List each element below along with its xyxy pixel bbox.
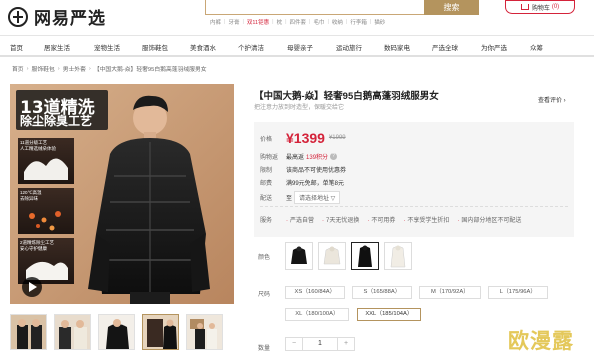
logo-text: 网易严选 — [34, 9, 106, 29]
logo-icon — [8, 6, 28, 27]
shipping-fee-text: 满99元免邮，单笔8元 — [286, 181, 345, 187]
size-option-xxl[interactable]: XXL（185/104A） — [357, 308, 421, 321]
price-row: 价格 ¥1399 ¥1999 — [260, 130, 346, 146]
size-option-xs[interactable]: XS（160/84A） — [285, 286, 345, 299]
points-prefix: 最高返 — [286, 155, 305, 161]
cart-label: 购物车 — [531, 5, 550, 12]
product-subtitle: 把注意力放到时造型，保暖交给它 — [254, 105, 345, 111]
watermark: 欧漫露 — [508, 329, 574, 353]
delivery-label: 配送 — [260, 196, 273, 202]
breadcrumb-link[interactable]: 男士外套 — [63, 64, 86, 73]
hot-word[interactable]: 枕 — [277, 18, 283, 26]
size-option-xl[interactable]: XL（180/100A） — [285, 308, 349, 321]
thumbnail[interactable] — [186, 314, 223, 350]
hot-word[interactable]: 毛巾 — [313, 18, 324, 26]
limit-text: 该商品不可使用优惠券 — [286, 168, 347, 174]
main-nav: 首页 居家生活 宠物生活 服饰鞋包 美食酒水 个护清洁 母婴亲子 运动旅行 数码… — [0, 35, 594, 57]
feature-3-desc: 安心守护健康 — [20, 246, 47, 251]
quantity-decrease-button[interactable]: − — [286, 338, 302, 350]
nav-item-pets[interactable]: 宠物生活 — [94, 42, 120, 52]
quantity-label: 数量 — [258, 346, 271, 352]
service-item: · 国内部分地区不可配送 — [457, 218, 522, 224]
price-panel: 价格 ¥1399 ¥1999 购物返 最高返 139积分 ? 限制 该商品不可使… — [254, 122, 574, 237]
nav-item-electronics[interactable]: 数码家电 — [384, 42, 410, 52]
search-input[interactable] — [205, 0, 450, 15]
breadcrumb-link[interactable]: 首页 — [12, 64, 24, 73]
service-item: · 严选自营 — [286, 218, 315, 224]
size-option-l[interactable]: L（175/96A） — [488, 286, 548, 299]
product-title: 【中国大鹅-焱】轻奢95白鹅高蓬羽绒服男女 — [254, 91, 439, 102]
cart-count: (0) — [551, 4, 560, 10]
nav-item-for-you[interactable]: 为你严选 — [481, 42, 507, 52]
search-button[interactable]: 搜索 — [424, 0, 479, 15]
nav-item-crowdfunding[interactable]: 众筹 — [530, 42, 543, 52]
points-value: 139积分 — [306, 155, 329, 161]
feature-1-desc: 人工精选绒朵体验 — [20, 146, 56, 151]
nav-item-food[interactable]: 美食酒水 — [190, 42, 216, 52]
delivery-row: 配送 至 请选择地址 ▽ — [260, 191, 341, 204]
current-price: ¥1399 — [286, 130, 325, 146]
service-label: 服务 — [260, 218, 273, 224]
breadcrumb: 首页 › 服饰鞋包 › 男士外套 › 【中国大鹅-焱】轻奢95白鹅高蓬羽绒服男女 — [12, 64, 207, 74]
quantity-stepper: − 1 + — [285, 337, 355, 351]
points-row: 购物返 最高返 139积分 ? — [260, 152, 338, 161]
color-option-black-short[interactable] — [285, 242, 313, 270]
address-select[interactable]: 请选择地址 ▽ — [294, 191, 341, 204]
cart-icon — [520, 4, 529, 10]
thumbnail[interactable] — [10, 314, 47, 350]
hot-word[interactable]: 行李箱 — [350, 18, 367, 26]
nav-item-home-living[interactable]: 居家生活 — [44, 42, 70, 52]
view-reviews-link[interactable]: 查看评价 › — [538, 95, 566, 104]
thumbnail[interactable] — [98, 314, 135, 350]
nav-item-global[interactable]: 严选全球 — [432, 42, 458, 52]
nav-item-personal-care[interactable]: 个护清洁 — [238, 42, 264, 52]
feature-2-desc: 去除异味 — [20, 196, 38, 201]
hot-word[interactable]: 收纳 — [332, 18, 343, 26]
breadcrumb-current: 【中国大鹅-焱】轻奢95白鹅高蓬羽绒服男女 — [93, 67, 207, 73]
nav-item-apparel[interactable]: 服饰鞋包 — [142, 42, 168, 52]
breadcrumb-link[interactable]: 服饰鞋包 — [32, 64, 55, 73]
size-label: 尺码 — [258, 292, 271, 298]
product-main-image[interactable]: 13道精洗 除尘除臭工艺 11道分级工艺 人工精选绒朵体验 120℃高温 去除异… — [10, 84, 234, 304]
thumbnail[interactable] — [54, 314, 91, 350]
divider — [260, 206, 568, 207]
hot-word[interactable]: 内裤 — [210, 18, 221, 26]
hot-word[interactable]: 双11钜惠 — [247, 18, 269, 26]
nav-item-home[interactable]: 首页 — [10, 42, 23, 52]
points-label: 购物返 — [260, 155, 279, 161]
color-label: 颜色 — [258, 254, 271, 261]
color-option-white-long[interactable] — [384, 242, 412, 270]
color-option-white-short[interactable] — [318, 242, 346, 270]
color-option-black-long[interactable] — [351, 242, 379, 270]
nav-item-baby[interactable]: 母婴亲子 — [287, 42, 313, 52]
limit-label: 限制 — [260, 168, 273, 174]
color-selector: 颜色 — [258, 242, 412, 270]
help-icon[interactable]: ? — [330, 153, 338, 160]
quantity-input[interactable]: 1 — [302, 338, 338, 350]
limit-row: 限制 该商品不可使用优惠券 — [260, 165, 346, 174]
shipping-fee-row: 邮费 满99元免邮，单笔8元 — [260, 178, 344, 187]
price-label: 价格 — [260, 136, 273, 143]
cart-button[interactable]: 购物车 (0) — [505, 0, 575, 14]
video-play-button[interactable] — [12, 277, 52, 299]
services-row: 服务 · 严选自营 · 7天无忧退换 · 不可用券 · 不享受学生折扣 · 国内部分地区不… — [260, 215, 529, 224]
thumbnail-strip — [10, 314, 230, 350]
delivery-to: 至 — [286, 196, 293, 202]
original-price: ¥1999 — [328, 135, 346, 141]
nav-item-sports[interactable]: 运动旅行 — [336, 42, 362, 52]
service-item: · 7天无忧退换 — [322, 218, 360, 224]
hot-word[interactable]: 猫砂 — [374, 18, 385, 26]
hot-search-words: 内裤 | 牙膏 | 双11钜惠 | 枕 | 四件套 | 毛巾 | 收纳 | 行李箱 | 猫砂 — [210, 18, 386, 26]
size-option-s[interactable]: S（165/88A） — [352, 286, 412, 299]
thumbnail-selected[interactable] — [142, 314, 179, 350]
service-item: · 不可用券 — [367, 218, 396, 224]
image-headline-2: 除尘除臭工艺 — [20, 114, 93, 128]
service-item: · 不享受学生折扣 — [403, 218, 450, 224]
hot-word[interactable]: 牙膏 — [228, 18, 239, 26]
site-logo[interactable]: 网易严选 — [8, 4, 106, 29]
size-option-m[interactable]: M（170/92A） — [419, 286, 481, 299]
hot-word[interactable]: 四件套 — [290, 18, 307, 26]
shipping-fee-label: 邮费 — [260, 181, 273, 187]
quantity-increase-button[interactable]: + — [338, 338, 354, 350]
